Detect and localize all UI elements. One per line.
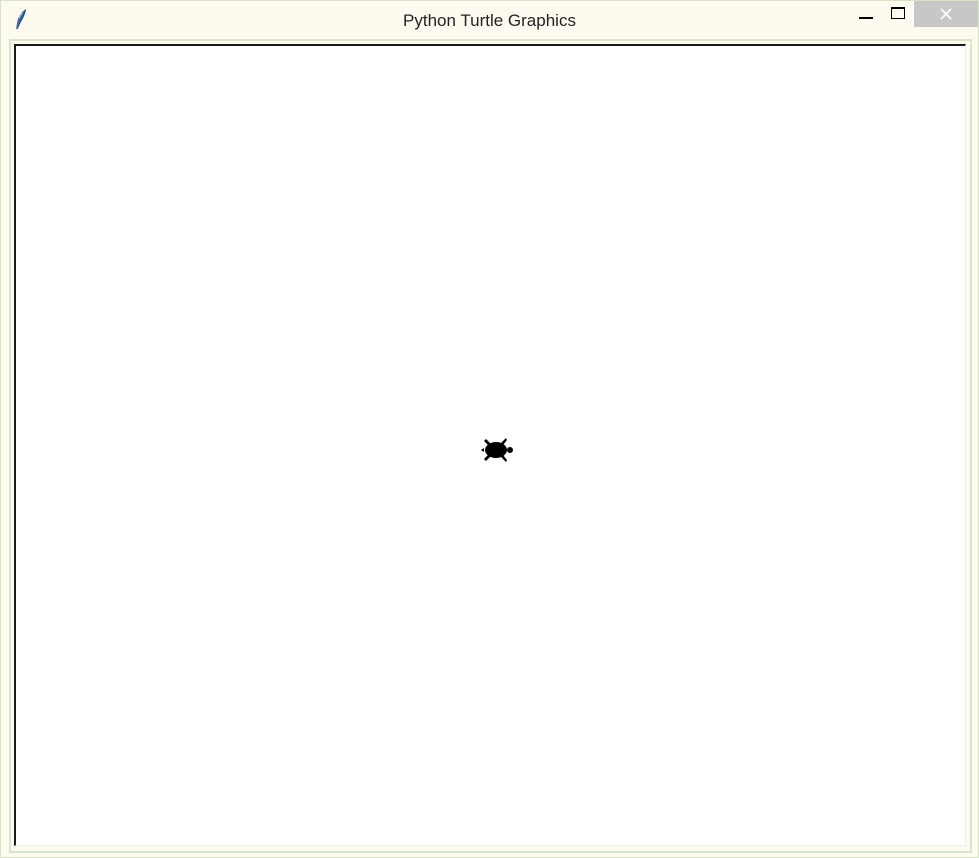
turtle-canvas[interactable]	[14, 44, 966, 846]
turtle-icon	[481, 438, 513, 462]
maximize-button[interactable]	[883, 1, 913, 27]
maximize-icon	[891, 7, 905, 19]
minimize-button[interactable]	[849, 1, 883, 27]
minimize-icon	[859, 17, 873, 19]
close-icon	[940, 8, 952, 20]
title-bar[interactable]: Python Turtle Graphics	[1, 1, 978, 39]
turtle-window: Python Turtle Graphics	[0, 0, 979, 858]
feather-icon[interactable]	[13, 8, 31, 30]
canvas-frame	[9, 39, 972, 853]
window-title: Python Turtle Graphics	[403, 11, 576, 30]
close-button[interactable]	[914, 1, 978, 27]
